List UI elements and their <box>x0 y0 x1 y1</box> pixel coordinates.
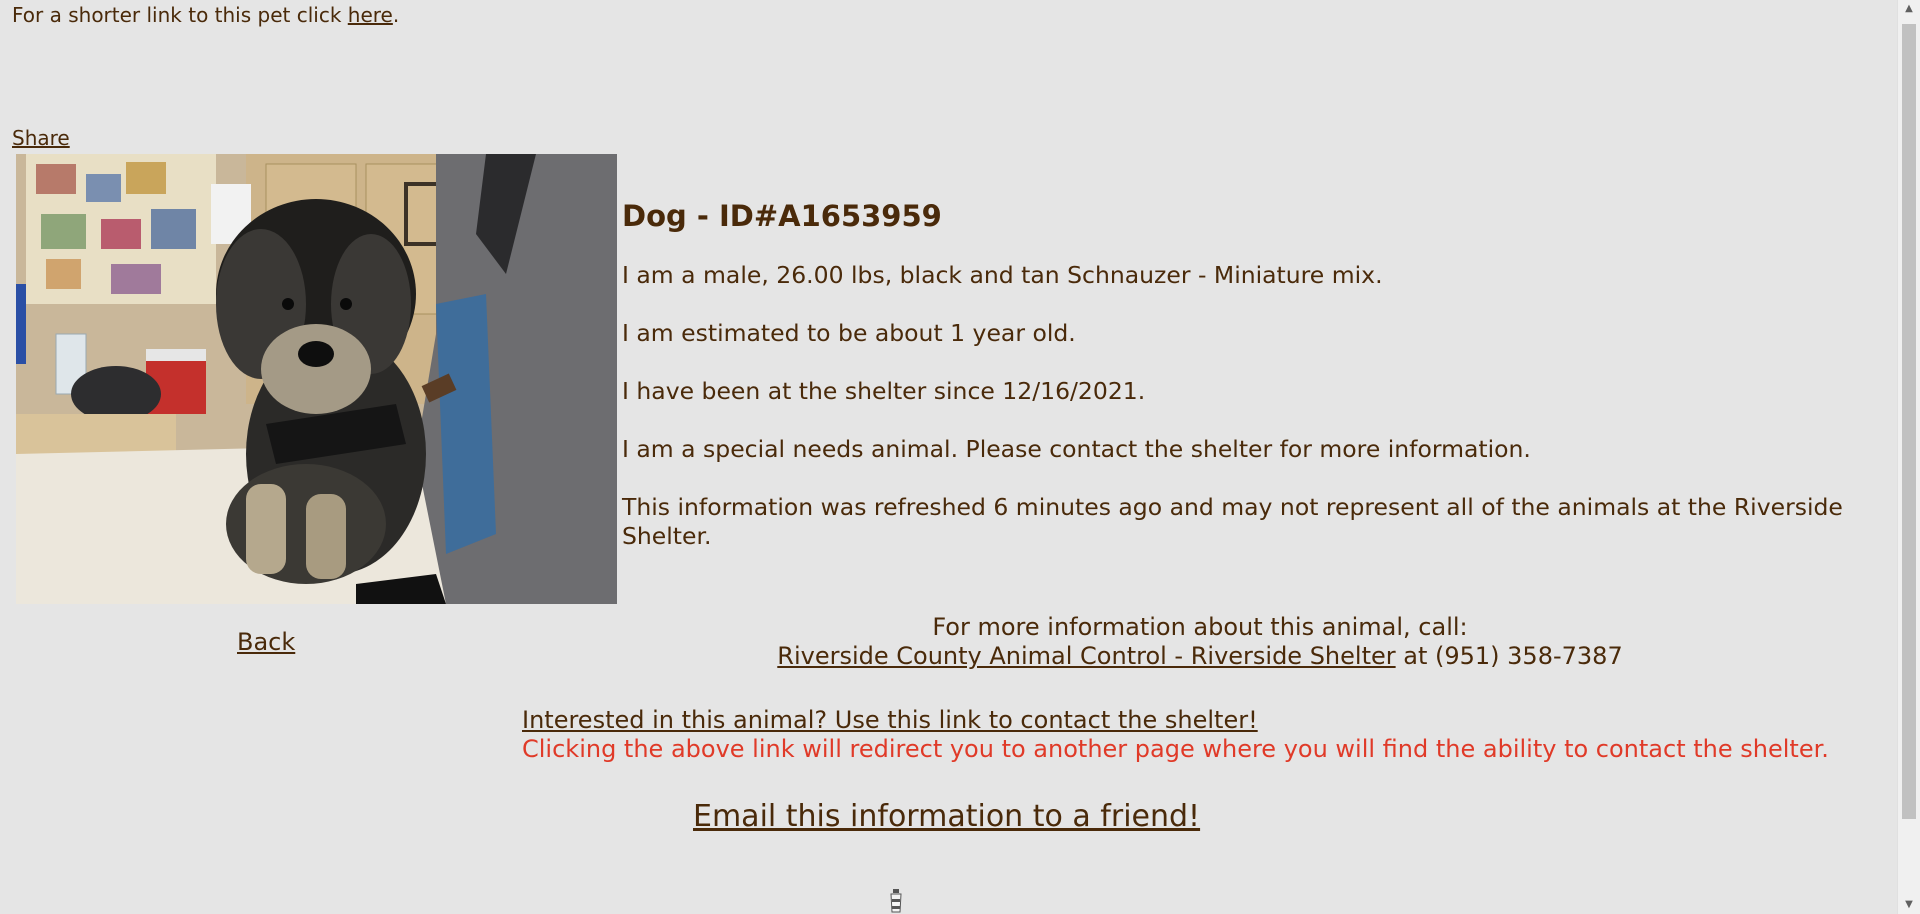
contact-warning: Clicking the above link will redirect yo… <box>522 735 1829 763</box>
call-line: Riverside County Animal Control - Rivers… <box>700 642 1700 671</box>
shelter-phone: at (951) 358-7387 <box>1395 642 1623 670</box>
pet-age: I am estimated to be about 1 year old. <box>622 319 1076 347</box>
share-link[interactable]: Share <box>12 126 70 150</box>
scrollbar-thumb[interactable] <box>1902 24 1916 819</box>
refresh-note: This information was refreshed 6 minutes… <box>622 493 1843 550</box>
shorter-link[interactable]: here <box>348 3 393 27</box>
dog-photo <box>16 154 617 604</box>
call-intro: For more information about this animal, … <box>932 613 1468 641</box>
lighthouse-icon[interactable] <box>885 887 907 914</box>
call-info: For more information about this animal, … <box>700 613 1700 671</box>
back-link[interactable]: Back <box>237 627 295 657</box>
pet-title: Dog - ID#A1653959 <box>622 199 942 233</box>
shelter-link[interactable]: Riverside County Animal Control - Rivers… <box>777 642 1395 670</box>
chevron-up-icon[interactable]: ▲ <box>1898 0 1920 18</box>
contact-shelter-link[interactable]: Interested in this animal? Use this link… <box>522 706 1258 734</box>
vertical-scrollbar[interactable]: ▲ ▼ <box>1897 0 1920 914</box>
pet-description: I am a male, 26.00 lbs, black and tan Sc… <box>622 261 1383 289</box>
dog-photo-illustration <box>16 154 617 604</box>
shorter-link-prefix: For a shorter link to this pet click <box>12 3 348 27</box>
pet-shelter-since: I have been at the shelter since 12/16/2… <box>622 377 1146 405</box>
chevron-down-icon[interactable]: ▼ <box>1898 896 1920 914</box>
email-friend-link[interactable]: Email this information to a friend! <box>693 798 1200 836</box>
shorter-link-line: For a shorter link to this pet click her… <box>12 3 399 27</box>
contact-section: Interested in this animal? Use this link… <box>522 706 1829 764</box>
pet-details: Dog - ID#A1653959 I am a male, 26.00 lbs… <box>622 196 1892 580</box>
pet-special-needs: I am a special needs animal. Please cont… <box>622 435 1531 463</box>
shorter-link-suffix: . <box>392 3 400 27</box>
page: For a shorter link to this pet click her… <box>0 0 1898 914</box>
